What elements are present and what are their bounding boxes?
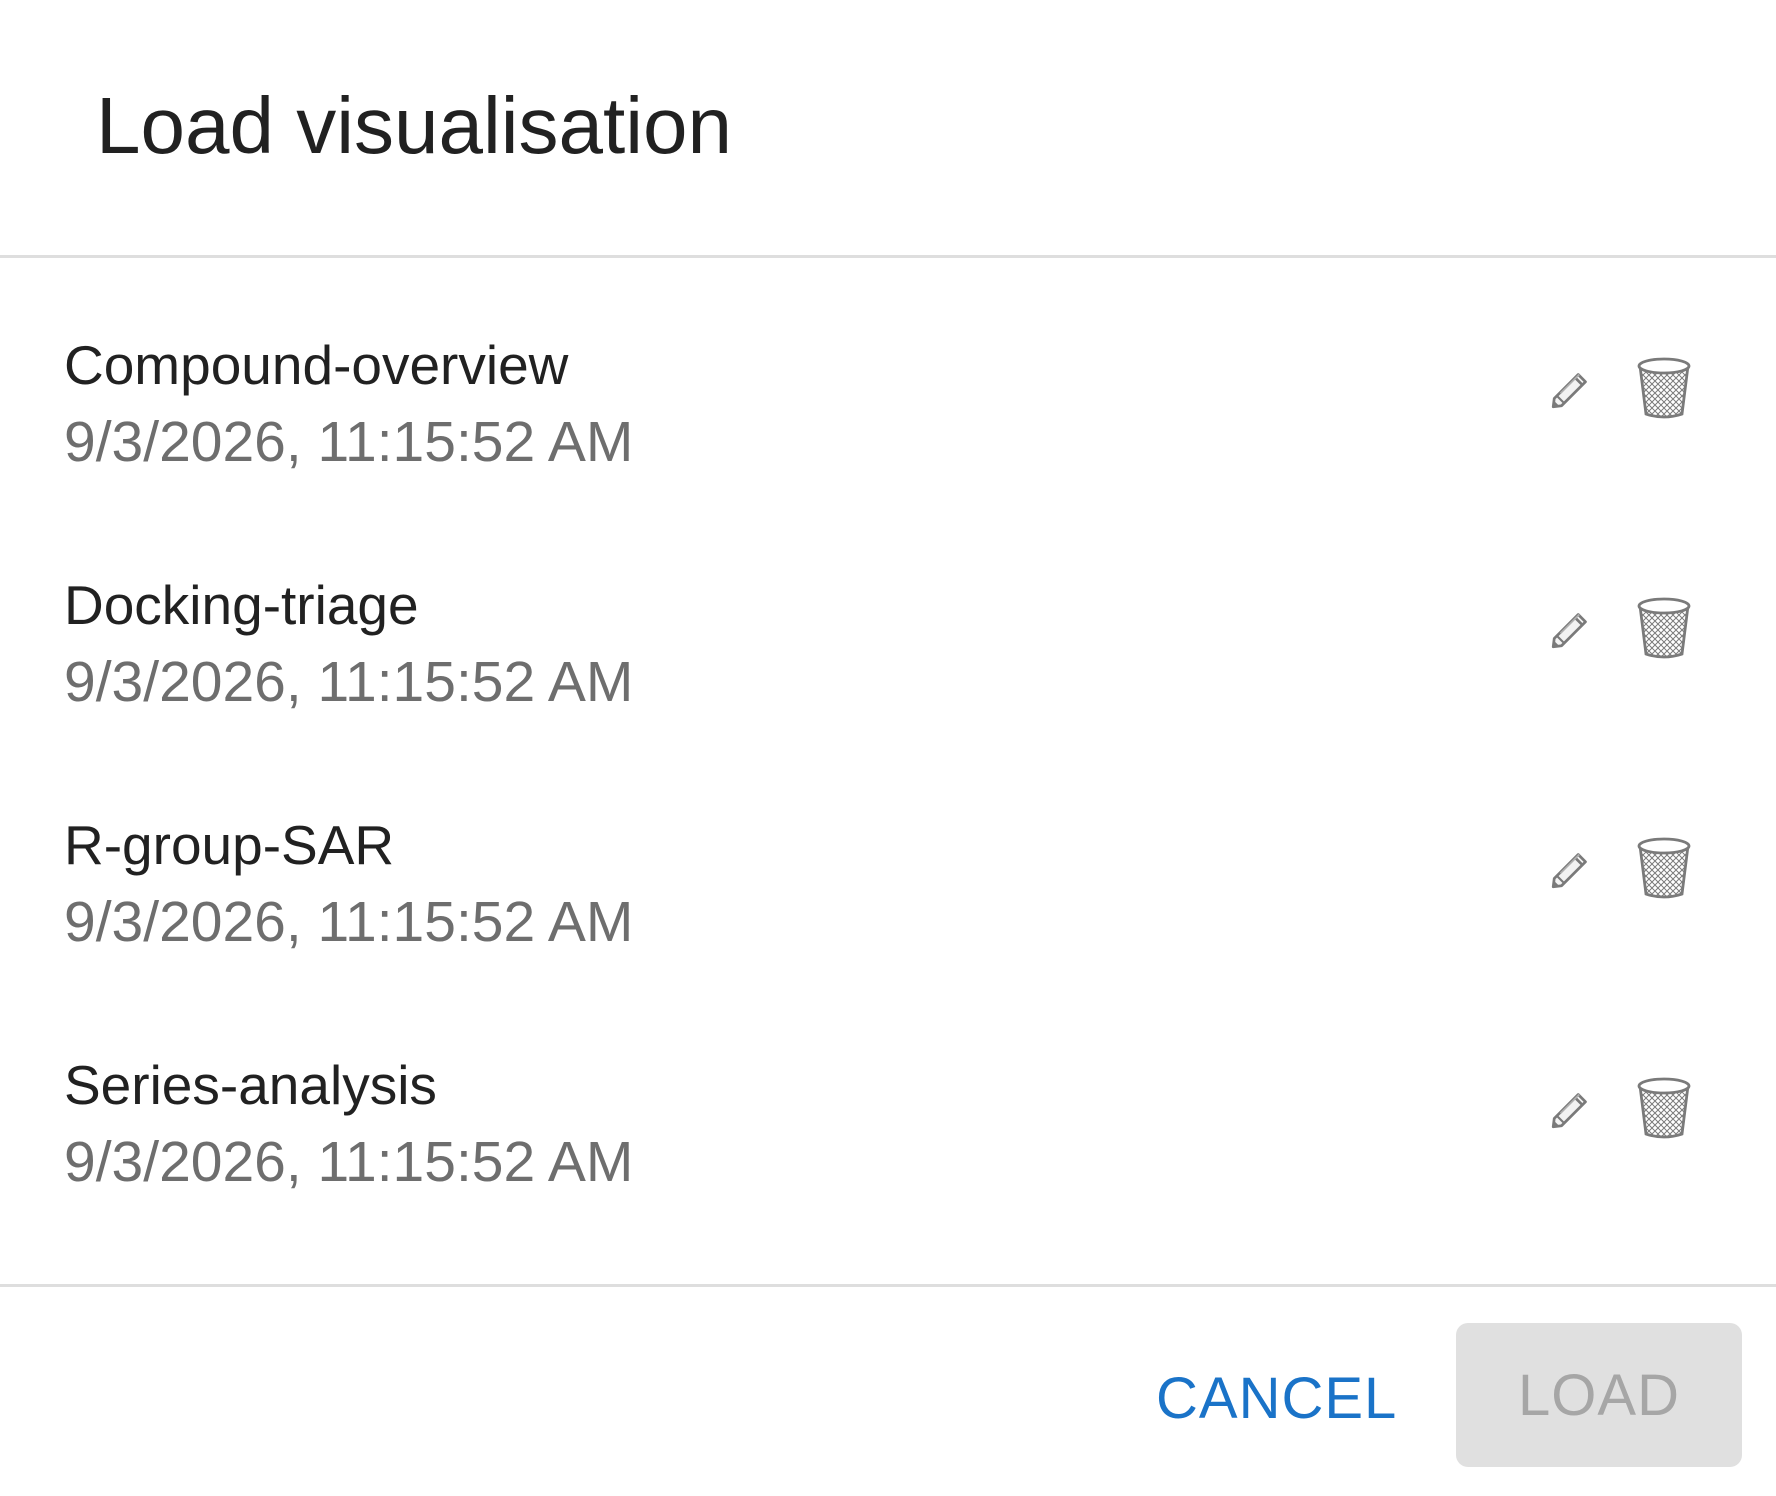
item-date: 9/3/2026, 11:15:52 AM [64,410,634,474]
delete-button[interactable] [1634,354,1694,420]
dialog-footer: CANCEL LOAD [0,1284,1776,1496]
list-item[interactable]: R-group-SAR 9/3/2026, 11:15:52 AM [0,812,1776,1052]
item-name: Docking-triage [64,574,419,636]
item-date: 9/3/2026, 11:15:52 AM [64,890,634,954]
list-item-text: R-group-SAR 9/3/2026, 11:15:52 AM [64,812,633,956]
item-actions [1548,354,1694,420]
pencil-icon [1551,373,1587,409]
pencil-icon [1551,853,1587,889]
delete-button[interactable] [1634,1074,1694,1140]
item-name: Compound-overview [64,334,569,396]
dialog-title: Load visualisation [96,81,732,170]
list-item-text: Series-analysis 9/3/2026, 11:15:52 AM [64,1052,633,1196]
item-name: R-group-SAR [64,814,395,876]
list-item[interactable]: Compound-overview 9/3/2026, 11:15:52 AM [0,332,1776,572]
load-visualisation-dialog: Load visualisation Compound-overview 9/3… [0,0,1776,1496]
delete-button[interactable] [1634,594,1694,660]
trash-icon [1637,597,1691,659]
item-actions [1548,834,1694,900]
cancel-button[interactable]: CANCEL [1132,1327,1421,1469]
item-name: Series-analysis [64,1054,437,1116]
dialog-header: Load visualisation [0,0,1776,258]
load-button[interactable]: LOAD [1456,1323,1742,1467]
rename-button[interactable] [1548,1082,1598,1132]
rename-button[interactable] [1548,362,1598,412]
delete-button[interactable] [1634,834,1694,900]
trash-icon [1637,357,1691,419]
list-item[interactable]: Docking-triage 9/3/2026, 11:15:52 AM [0,572,1776,812]
visualisation-list: Compound-overview 9/3/2026, 11:15:52 AM [0,258,1776,1284]
rename-button[interactable] [1548,602,1598,652]
trash-icon [1637,837,1691,899]
list-item-text: Docking-triage 9/3/2026, 11:15:52 AM [64,572,633,716]
item-actions [1548,1074,1694,1140]
list-item-text: Compound-overview 9/3/2026, 11:15:52 AM [64,332,633,476]
trash-icon [1637,1077,1691,1139]
item-date: 9/3/2026, 11:15:52 AM [64,650,634,714]
list-item[interactable]: Series-analysis 9/3/2026, 11:15:52 AM [0,1052,1776,1292]
item-actions [1548,594,1694,660]
rename-button[interactable] [1548,842,1598,892]
item-date: 9/3/2026, 11:15:52 AM [64,1130,634,1194]
pencil-icon [1551,613,1587,649]
pencil-icon [1551,1093,1587,1129]
